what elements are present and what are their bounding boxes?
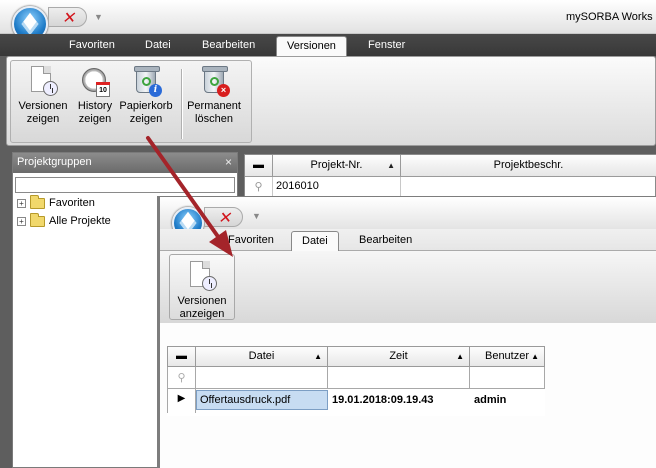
button-label-line1: Versionen: [18, 100, 68, 112]
quick-access-dropdown-icon[interactable]: ▼: [252, 211, 261, 221]
ribbon-group-versionen: Versionen zeigen 10 History zeigen i Pap…: [10, 60, 252, 143]
recycle-bin-delete-icon: ×: [198, 65, 230, 97]
document-clock-icon: [186, 260, 218, 292]
tree-item-label: Favoriten: [49, 197, 95, 209]
alarm-clock-calendar-icon: 10: [79, 65, 111, 97]
papierkorb-zeigen-button[interactable]: i Papierkorb zeigen: [116, 65, 176, 126]
ribbon-separator: [181, 69, 182, 139]
row-pointer-icon: ▶: [167, 389, 196, 413]
main-ribbon-tabs: Favoriten Datei Bearbeiten Versionen Fen…: [0, 34, 656, 56]
tree-item-favoriten[interactable]: + Favoriten: [17, 194, 95, 211]
sort-up-icon: ▲: [456, 352, 464, 361]
quick-access-toolbar: ✕: [48, 7, 88, 27]
quick-access-toolbar: ✕: [204, 207, 244, 227]
tree-item-label: Alle Projekte: [49, 215, 111, 227]
recycle-bin-info-icon: i: [130, 65, 162, 97]
filter-cell[interactable]: [196, 367, 328, 389]
document-clock-icon: [27, 65, 59, 97]
column-header-benutzer[interactable]: Benutzer ▲: [470, 346, 545, 367]
column-header-datei[interactable]: Datei ▲: [196, 346, 328, 367]
button-label-line1: Versionen: [177, 295, 227, 307]
history-zeigen-button[interactable]: 10 History zeigen: [73, 65, 117, 126]
button-label-line2: zeigen: [26, 113, 60, 125]
tab-fenster[interactable]: Fenster: [358, 36, 415, 56]
button-label-line2: anzeigen: [179, 308, 225, 320]
tab-favoriten[interactable]: Favoriten: [218, 231, 284, 251]
button-label-line1: Papierkorb: [119, 100, 173, 112]
main-ribbon: Versionen zeigen 10 History zeigen i Pap…: [6, 56, 656, 146]
window2-ribbon: Versionen anzeigen: [160, 251, 656, 323]
filter-cell[interactable]: [470, 367, 545, 389]
versionen-zeigen-button[interactable]: Versionen zeigen: [15, 65, 71, 126]
main-title-bar: ✕ ▼ mySORBA Works: [0, 0, 656, 42]
cube-icon: [21, 12, 39, 36]
button-label-line2: zeigen: [129, 113, 163, 125]
sort-up-icon: ▲: [314, 352, 322, 361]
permanent-loeschen-button[interactable]: × Permanent löschen: [185, 65, 243, 126]
tab-datei[interactable]: Datei: [135, 36, 181, 56]
panel-filter-input[interactable]: [15, 177, 235, 193]
file-name-cell[interactable]: Offertausdruck.pdf: [196, 390, 328, 410]
versions-window: ✕ ▼ Favoriten Datei Bearbeiten Versionen…: [157, 196, 656, 468]
expand-icon[interactable]: +: [17, 216, 26, 226]
tab-datei[interactable]: Datei: [291, 231, 339, 251]
folder-icon: [30, 194, 45, 209]
column-header-projektbeschr[interactable]: Projektbeschr.: [401, 155, 656, 177]
tab-bearbeiten[interactable]: Bearbeiten: [349, 231, 422, 251]
button-label-line1: Permanent: [187, 100, 241, 112]
panel-header: Projektgruppen ×: [13, 153, 237, 173]
user-cell[interactable]: admin: [470, 389, 545, 413]
window2-ribbon-tabs: Favoriten Datei Bearbeiten: [160, 229, 656, 251]
grid-collapse-header[interactable]: ▬: [167, 346, 196, 367]
window2-title-bar: ✕ ▼: [160, 197, 656, 239]
tab-versionen[interactable]: Versionen: [276, 36, 347, 56]
column-header-zeit[interactable]: Zeit ▲: [328, 346, 470, 367]
grid-cell[interactable]: [401, 177, 656, 197]
grid-collapse-header[interactable]: ▬: [245, 155, 273, 177]
button-label-line2: löschen: [195, 113, 233, 125]
close-document-icon[interactable]: ✕: [217, 208, 234, 227]
time-cell[interactable]: 19.01.2018:09.19.43: [328, 389, 470, 413]
panel-title: Projektgruppen: [17, 156, 92, 168]
app-title: mySORBA Works: [566, 11, 653, 23]
close-document-icon[interactable]: ✕: [61, 8, 78, 27]
tree-item-alle-projekte[interactable]: + Alle Projekte: [17, 212, 111, 229]
close-icon[interactable]: ×: [225, 155, 232, 169]
folder-icon: [30, 212, 45, 227]
versionen-anzeigen-button[interactable]: Versionen anzeigen: [169, 254, 235, 320]
column-header-projekt-nr[interactable]: Projekt-Nr. ▲: [273, 155, 401, 177]
grid-cell[interactable]: 2016010: [273, 177, 401, 197]
button-label-line2: zeigen: [78, 113, 112, 125]
filter-cell[interactable]: [328, 367, 470, 389]
versions-grid: ▬ Datei ▲ Zeit ▲ Benutzer ▲ ⚲ ▶ Offertausdr…: [167, 346, 545, 416]
button-label-line1: History: [77, 100, 113, 112]
projects-grid: ▬ Projekt-Nr. ▲ Projektbeschr. ⚲ 2016010: [244, 154, 656, 202]
filter-row-icon: ⚲: [167, 367, 196, 389]
sort-up-icon: ▲: [531, 352, 539, 361]
sort-up-icon: ▲: [387, 161, 395, 170]
quick-access-dropdown-icon[interactable]: ▼: [94, 12, 103, 22]
filter-row-icon: ⚲: [245, 177, 273, 197]
tab-bearbeiten[interactable]: Bearbeiten: [192, 36, 265, 56]
expand-icon[interactable]: +: [17, 198, 26, 208]
tab-favoriten[interactable]: Favoriten: [59, 36, 125, 56]
